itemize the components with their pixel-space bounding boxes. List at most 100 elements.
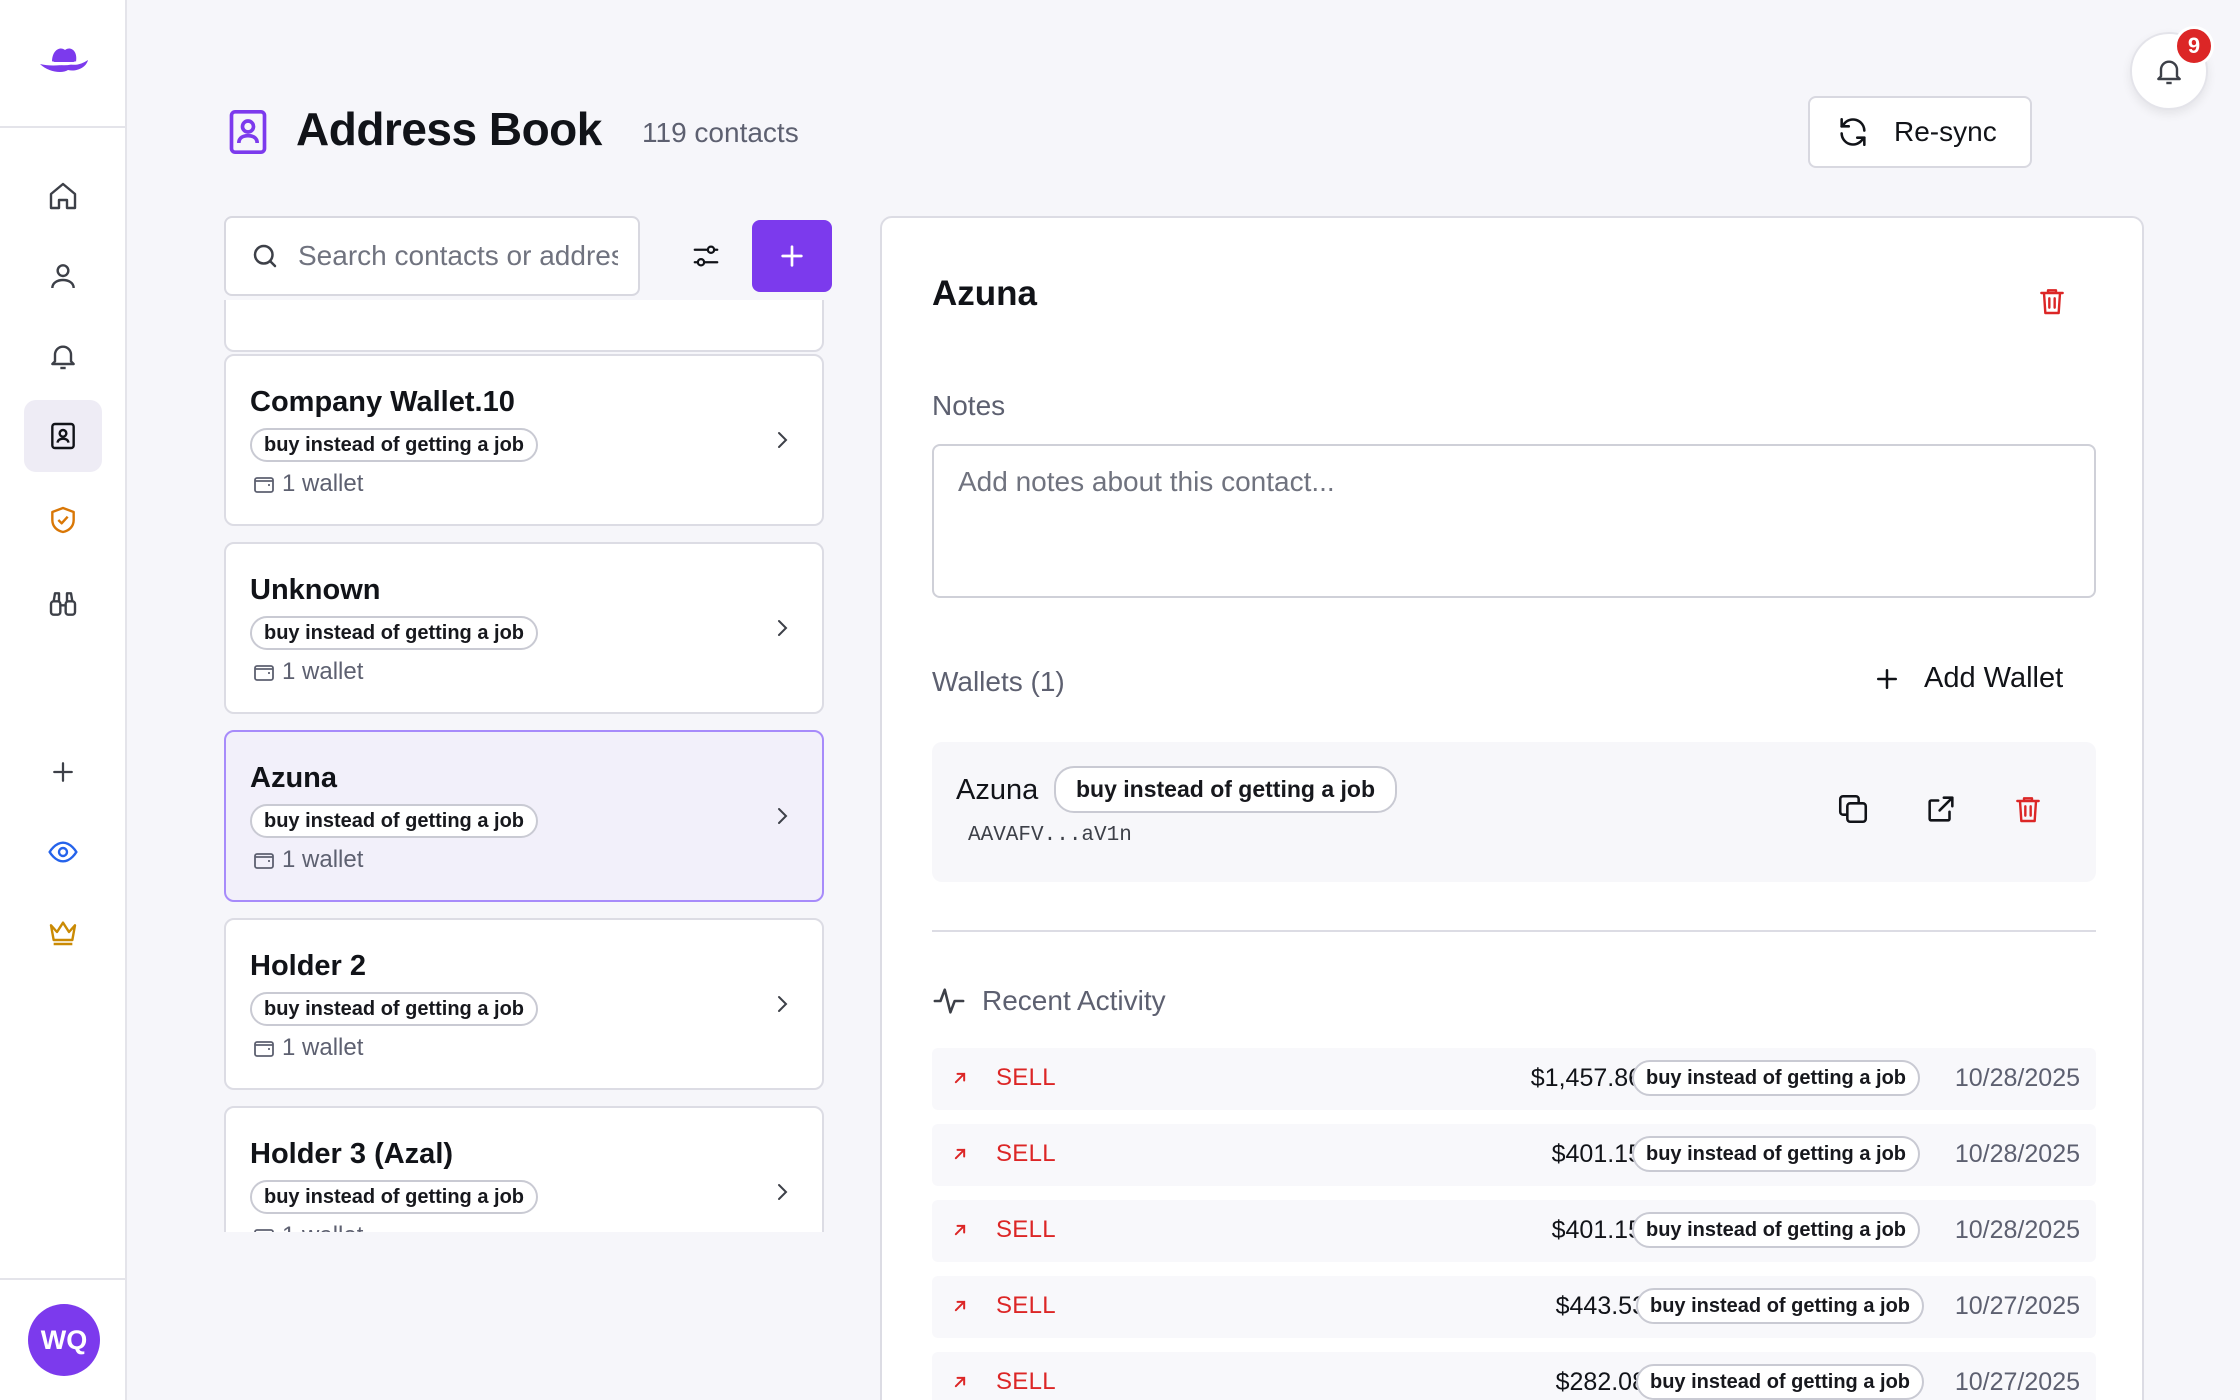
sidebar <box>0 0 127 1400</box>
notes-textarea[interactable] <box>932 444 2096 598</box>
activity-amount: $443.53 <box>1555 1292 1646 1320</box>
contact-list[interactable]: Company Wallet.10 buy instead of getting… <box>224 300 824 1232</box>
contact-name: Holder 2 <box>250 950 367 982</box>
plus-icon <box>1877 668 1897 689</box>
activity-row[interactable]: SELL $401.15 buy instead of getting a jo… <box>932 1124 2096 1186</box>
activity-tag: buy instead of getting a job <box>1632 1060 1920 1096</box>
wallet-icon <box>254 1229 274 1232</box>
chevron-right-icon <box>770 1180 794 1204</box>
add-wallet-label: Add Wallet <box>1924 662 2064 694</box>
activity-date: 10/28/2025 <box>1954 1064 2080 1092</box>
contact-name: Unknown <box>250 574 381 606</box>
contact-tag: buy instead of getting a job <box>250 992 538 1026</box>
wallet-row: Azuna buy instead of getting a job AAVAF… <box>932 742 2096 882</box>
nav-home[interactable] <box>24 160 102 232</box>
hat-logo-icon[interactable] <box>38 42 90 82</box>
activity-amount: $401.15 <box>1551 1140 1642 1168</box>
wallet-name: Azuna <box>956 774 1039 806</box>
activity-date: 10/27/2025 <box>1954 1368 2080 1396</box>
copy-icon <box>1838 794 1868 824</box>
delete-contact-button[interactable] <box>2036 284 2068 318</box>
activity-row[interactable]: SELL $443.53 buy instead of getting a jo… <box>932 1276 2096 1338</box>
section-divider <box>932 930 2096 932</box>
activity-date: 10/28/2025 <box>1954 1216 2080 1244</box>
contact-card[interactable]: Holder 2 buy instead of getting a job 1 … <box>224 918 824 1090</box>
contact-card-selected[interactable]: Azuna buy instead of getting a job 1 wal… <box>224 730 824 902</box>
wallet-address: AAVAFV...aV1n <box>968 824 1132 847</box>
wallet-icon <box>254 1041 274 1057</box>
contact-tag: buy instead of getting a job <box>250 1180 538 1214</box>
activity-row[interactable]: SELL $282.08 buy instead of getting a jo… <box>932 1352 2096 1400</box>
notification-badge: 9 <box>2174 26 2214 66</box>
activity-amount: $401.15 <box>1551 1216 1642 1244</box>
nav-address-book[interactable] <box>24 400 102 472</box>
chevron-right-icon <box>770 804 794 828</box>
address-book-icon <box>51 422 75 450</box>
add-contact-button[interactable] <box>752 220 832 292</box>
recent-activity-header: Recent Activity <box>932 984 1166 1018</box>
refresh-icon <box>1840 117 1866 147</box>
user-avatar[interactable]: WQ <box>28 1304 100 1376</box>
nav-security[interactable] <box>24 484 102 556</box>
filter-button[interactable] <box>672 222 740 290</box>
notes-label: Notes <box>932 390 1006 421</box>
chevron-right-icon <box>770 616 794 640</box>
wallets-label: Wallets (1) <box>932 666 1065 697</box>
nav-alerts[interactable] <box>24 320 102 392</box>
contact-name: Holder 3 (Azal) <box>250 1138 454 1170</box>
activity-row[interactable]: SELL $401.15 buy instead of getting a jo… <box>932 1200 2096 1262</box>
logo-area <box>0 0 125 128</box>
wallet-icon <box>254 665 274 681</box>
nav-watch[interactable] <box>24 568 102 640</box>
nav-add[interactable] <box>24 736 102 808</box>
wallet-count: 1 wallet <box>252 658 363 686</box>
arrow-up-right-icon <box>950 1296 970 1316</box>
delete-wallet-button[interactable] <box>2012 792 2044 826</box>
activity-amount: $282.08 <box>1555 1368 1646 1396</box>
copy-address-button[interactable] <box>1836 792 1870 826</box>
wallet-count: 1 wallet <box>252 1034 363 1062</box>
contact-name: Company Wallet.10 <box>250 386 515 418</box>
arrow-up-right-icon <box>950 1220 970 1240</box>
contact-card-partial[interactable] <box>224 300 824 352</box>
activity-type: SELL <box>996 1064 1056 1091</box>
home-icon <box>49 182 77 210</box>
resync-label: Re-sync <box>1894 116 1997 147</box>
activity-row[interactable]: SELL $1,457.86 buy instead of getting a … <box>932 1048 2096 1110</box>
external-link-icon <box>1928 796 1954 822</box>
activity-tag: buy instead of getting a job <box>1636 1288 1924 1324</box>
activity-type: SELL <box>996 1292 1056 1319</box>
add-wallet-button[interactable]: Add Wallet <box>1872 662 2063 695</box>
wallet-icon <box>254 477 274 493</box>
resync-button[interactable]: Re-sync <box>1808 96 2032 168</box>
chevron-right-icon <box>770 992 794 1016</box>
contact-card[interactable]: Company Wallet.10 buy instead of getting… <box>224 354 824 526</box>
contact-card[interactable]: Holder 3 (Azal) buy instead of getting a… <box>224 1106 824 1232</box>
activity-date: 10/28/2025 <box>1954 1140 2080 1168</box>
sliders-icon <box>693 245 719 267</box>
wallet-icon <box>254 853 274 869</box>
search-box <box>224 216 640 296</box>
recent-activity-label: Recent Activity <box>982 985 1166 1016</box>
shield-check-icon <box>51 506 75 534</box>
open-explorer-button[interactable] <box>1924 792 1958 826</box>
page-title: Address Book <box>296 103 602 155</box>
arrow-up-right-icon <box>950 1068 970 1088</box>
nav-premium[interactable] <box>24 896 102 968</box>
bell-icon <box>51 345 75 370</box>
activity-type: SELL <box>996 1216 1056 1243</box>
activity-tag: buy instead of getting a job <box>1636 1364 1924 1400</box>
search-input[interactable] <box>298 240 618 272</box>
chevron-right-icon <box>770 428 794 452</box>
search-icon <box>253 244 277 268</box>
contact-card[interactable]: Unknown buy instead of getting a job 1 w… <box>224 542 824 714</box>
contact-tag: buy instead of getting a job <box>250 428 538 462</box>
plus-icon <box>781 245 803 267</box>
activity-tag: buy instead of getting a job <box>1632 1136 1920 1172</box>
plus-icon <box>53 762 73 782</box>
nav-watchlist[interactable] <box>24 816 102 888</box>
contact-tag: buy instead of getting a job <box>250 616 538 650</box>
user-icon <box>51 264 75 289</box>
activity-tag: buy instead of getting a job <box>1632 1212 1920 1248</box>
nav-profile[interactable] <box>24 240 102 312</box>
